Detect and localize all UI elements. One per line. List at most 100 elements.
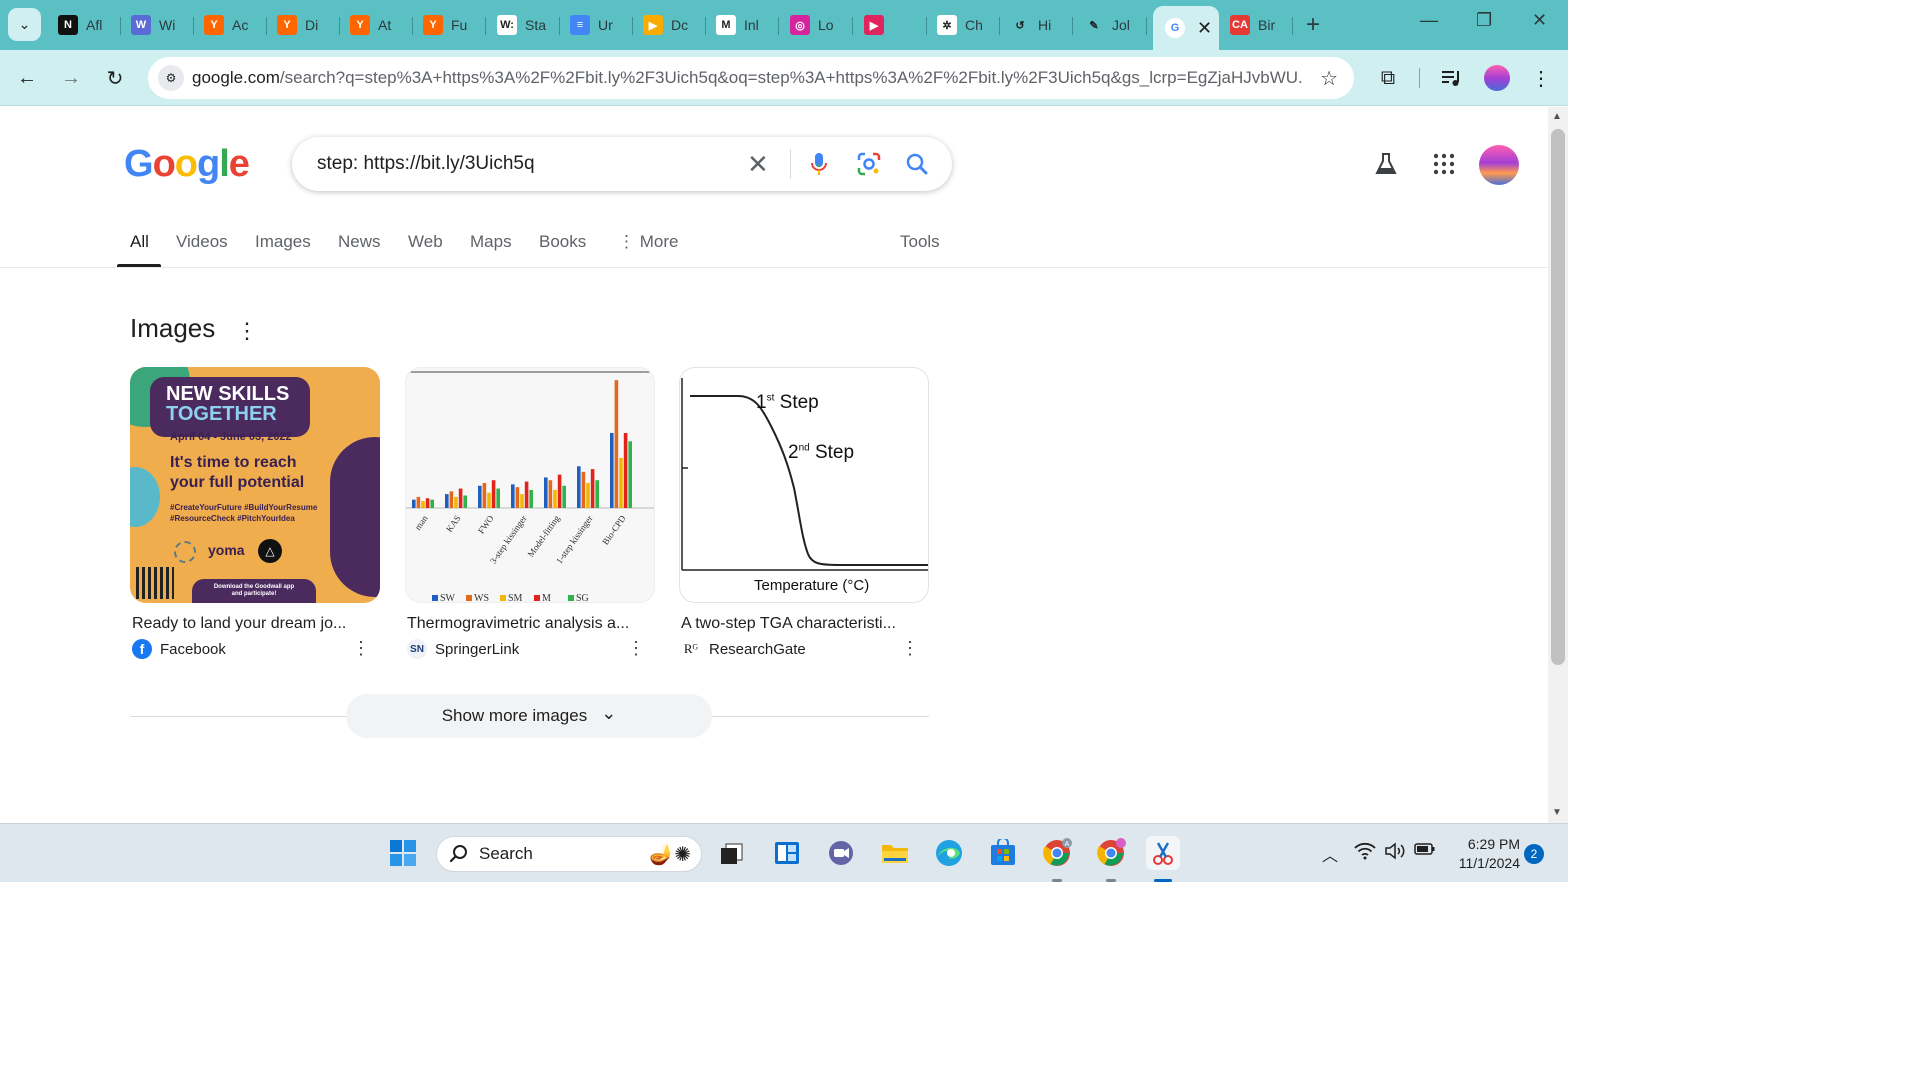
search-input[interactable]: step: https://bit.ly/3Uich5q	[317, 153, 535, 175]
browser-menu-icon[interactable]: ⋮	[1527, 64, 1555, 92]
ycombinator-icon: Y	[277, 15, 297, 35]
image-result-card[interactable]: man KAS FWO 3-step kissinger Model-fitting 1-…	[405, 367, 655, 659]
browser-tab[interactable]: Y Fu	[413, 9, 486, 41]
browser-tab[interactable]: N Afl	[48, 9, 121, 41]
edge-browser-icon[interactable]	[932, 836, 966, 870]
battery-icon[interactable]	[1414, 842, 1436, 861]
hashtags-line-1: #CreateYourFuture #BuildYourResume	[170, 503, 318, 512]
google-apps-icon[interactable]	[1426, 146, 1462, 182]
snipping-tool-icon[interactable]	[1146, 836, 1180, 870]
system-clock[interactable]: 6:29 PM 11/1/2024	[1440, 835, 1520, 873]
reload-icon[interactable]: ↻	[101, 64, 129, 92]
teams-meet-icon[interactable]	[824, 836, 858, 870]
bookmark-star-icon[interactable]: ☆	[1320, 66, 1338, 91]
result-thumbnail[interactable]: man KAS FWO 3-step kissinger Model-fitting 1-…	[405, 367, 655, 603]
chrome-profile-b-icon[interactable]	[1094, 836, 1128, 870]
result-source[interactable]: SN SpringerLink	[405, 639, 655, 659]
tab-videos[interactable]: Videos	[176, 232, 228, 252]
profile-avatar-small[interactable]	[1483, 64, 1511, 92]
taskbar-search[interactable]: Search 🪔✺	[436, 836, 702, 872]
search-box[interactable]: step: https://bit.ly/3Uich5q ✕	[292, 137, 952, 191]
browser-tab[interactable]: CA Bir	[1220, 9, 1293, 41]
chart-bar	[416, 496, 421, 508]
chrome-profile-a-icon[interactable]: A	[1040, 836, 1074, 870]
search-divider	[790, 149, 791, 179]
account-avatar[interactable]	[1479, 145, 1519, 185]
browser-tab[interactable]: W: Sta	[487, 9, 560, 41]
notification-badge[interactable]: 2	[1524, 844, 1544, 864]
browser-tab[interactable]: ↺ Hi	[1000, 9, 1073, 41]
url-text[interactable]: google.com/search?q=step%3A+https%3A%2F%…	[192, 68, 1302, 88]
tools-button[interactable]: Tools	[900, 232, 940, 252]
back-icon[interactable]: ←	[13, 64, 41, 92]
browser-tab[interactable]: ▶	[854, 9, 927, 41]
browser-tab[interactable]: ✲ Ch	[927, 9, 1000, 41]
result-title[interactable]: A two-step TGA characteristi...	[679, 615, 929, 633]
browser-tab[interactable]: ≡ Ur	[560, 9, 633, 41]
scroll-thumb[interactable]	[1551, 129, 1565, 665]
tab-images[interactable]: Images	[255, 232, 311, 252]
close-tab-icon[interactable]: ✕	[1197, 18, 1212, 39]
browser-tab[interactable]: M Inl	[706, 9, 779, 41]
microsoft-store-icon[interactable]	[986, 836, 1020, 870]
address-bar[interactable]: ⚙ google.com/search?q=step%3A+https%3A%2…	[148, 57, 1354, 99]
scroll-down-arrow-icon[interactable]: ▼	[1552, 807, 1562, 818]
forward-icon[interactable]: →	[57, 64, 85, 92]
extensions-icon[interactable]: ⧉	[1374, 64, 1402, 92]
chevron-down-icon: ⌄	[601, 702, 617, 723]
show-more-images-button[interactable]: Show more images ⌄	[346, 694, 712, 738]
media-control-icon[interactable]	[1438, 64, 1466, 92]
task-view-icon[interactable]	[714, 836, 748, 870]
browser-tab[interactable]: W Wi	[121, 9, 194, 41]
browser-tab[interactable]: ✎ Jol	[1074, 9, 1147, 41]
result-menu-icon[interactable]: ⋮	[627, 638, 645, 659]
clear-search-icon[interactable]: ✕	[747, 149, 769, 180]
tab-web[interactable]: Web	[408, 232, 443, 252]
search-icon[interactable]	[902, 149, 932, 179]
new-tab-button[interactable]: +	[1306, 11, 1320, 39]
step1-label: 1st Step	[756, 392, 819, 414]
volume-icon[interactable]	[1384, 842, 1406, 865]
windows-start-icon[interactable]	[386, 836, 420, 870]
site-info-icon[interactable]: ⚙	[158, 65, 184, 91]
tab-label: Ac	[232, 17, 249, 33]
scroll-up-arrow-icon[interactable]: ▲	[1552, 111, 1562, 122]
microphone-icon[interactable]	[804, 149, 834, 179]
file-explorer-icon[interactable]	[878, 836, 912, 870]
image-result-card[interactable]: NEW SKILLS TOGETHER April 04 - June 03, …	[130, 367, 380, 659]
google-logo[interactable]: Google	[124, 143, 250, 186]
result-menu-icon[interactable]: ⋮	[352, 638, 370, 659]
minimize-icon[interactable]: —	[1420, 10, 1438, 31]
result-thumbnail[interactable]: 1st Step 2nd Step Temperature (°C)	[679, 367, 929, 603]
restore-icon[interactable]: ❐	[1476, 10, 1492, 31]
tab-search-chevron-icon[interactable]: ⌄	[8, 8, 41, 41]
tab-all[interactable]: All	[130, 232, 149, 252]
wifi-icon[interactable]	[1354, 842, 1376, 865]
browser-tab[interactable]: Y Ac	[194, 9, 267, 41]
result-thumbnail[interactable]: NEW SKILLS TOGETHER April 04 - June 03, …	[130, 367, 380, 603]
browser-tab-active[interactable]: G ✕	[1153, 6, 1219, 50]
result-menu-icon[interactable]: ⋮	[901, 638, 919, 659]
close-window-icon[interactable]: ✕	[1532, 10, 1547, 31]
chart-bar	[524, 481, 529, 508]
search-labs-flask-icon[interactable]	[1368, 146, 1404, 182]
browser-tab[interactable]: ▶ Dc	[633, 9, 706, 41]
lens-camera-icon[interactable]	[854, 149, 884, 179]
result-title[interactable]: Thermogravimetric analysis a...	[405, 615, 655, 633]
browser-tab[interactable]: Y At	[340, 9, 413, 41]
result-source[interactable]: Rᴳ ResearchGate	[679, 639, 929, 659]
tab-more[interactable]: ⋮ More	[618, 232, 678, 252]
tab-news[interactable]: News	[338, 232, 381, 252]
browser-tab[interactable]: Y Di	[267, 9, 340, 41]
tab-maps[interactable]: Maps	[470, 232, 512, 252]
result-title[interactable]: Ready to land your dream jo...	[130, 615, 380, 633]
browser-tab[interactable]: ◎ Lo	[780, 9, 853, 41]
tab-books[interactable]: Books	[539, 232, 586, 252]
page-scrollbar[interactable]: ▲ ▼	[1548, 107, 1568, 823]
image-result-card[interactable]: 1st Step 2nd Step Temperature (°C) A two…	[679, 367, 929, 659]
running-app-indicator	[1052, 879, 1062, 882]
section-menu-icon[interactable]: ⋮	[236, 318, 258, 344]
show-hidden-icons-chevron-icon[interactable]: ︿	[1322, 842, 1338, 866]
result-source[interactable]: f Facebook	[130, 639, 380, 659]
widgets-icon[interactable]	[770, 836, 804, 870]
